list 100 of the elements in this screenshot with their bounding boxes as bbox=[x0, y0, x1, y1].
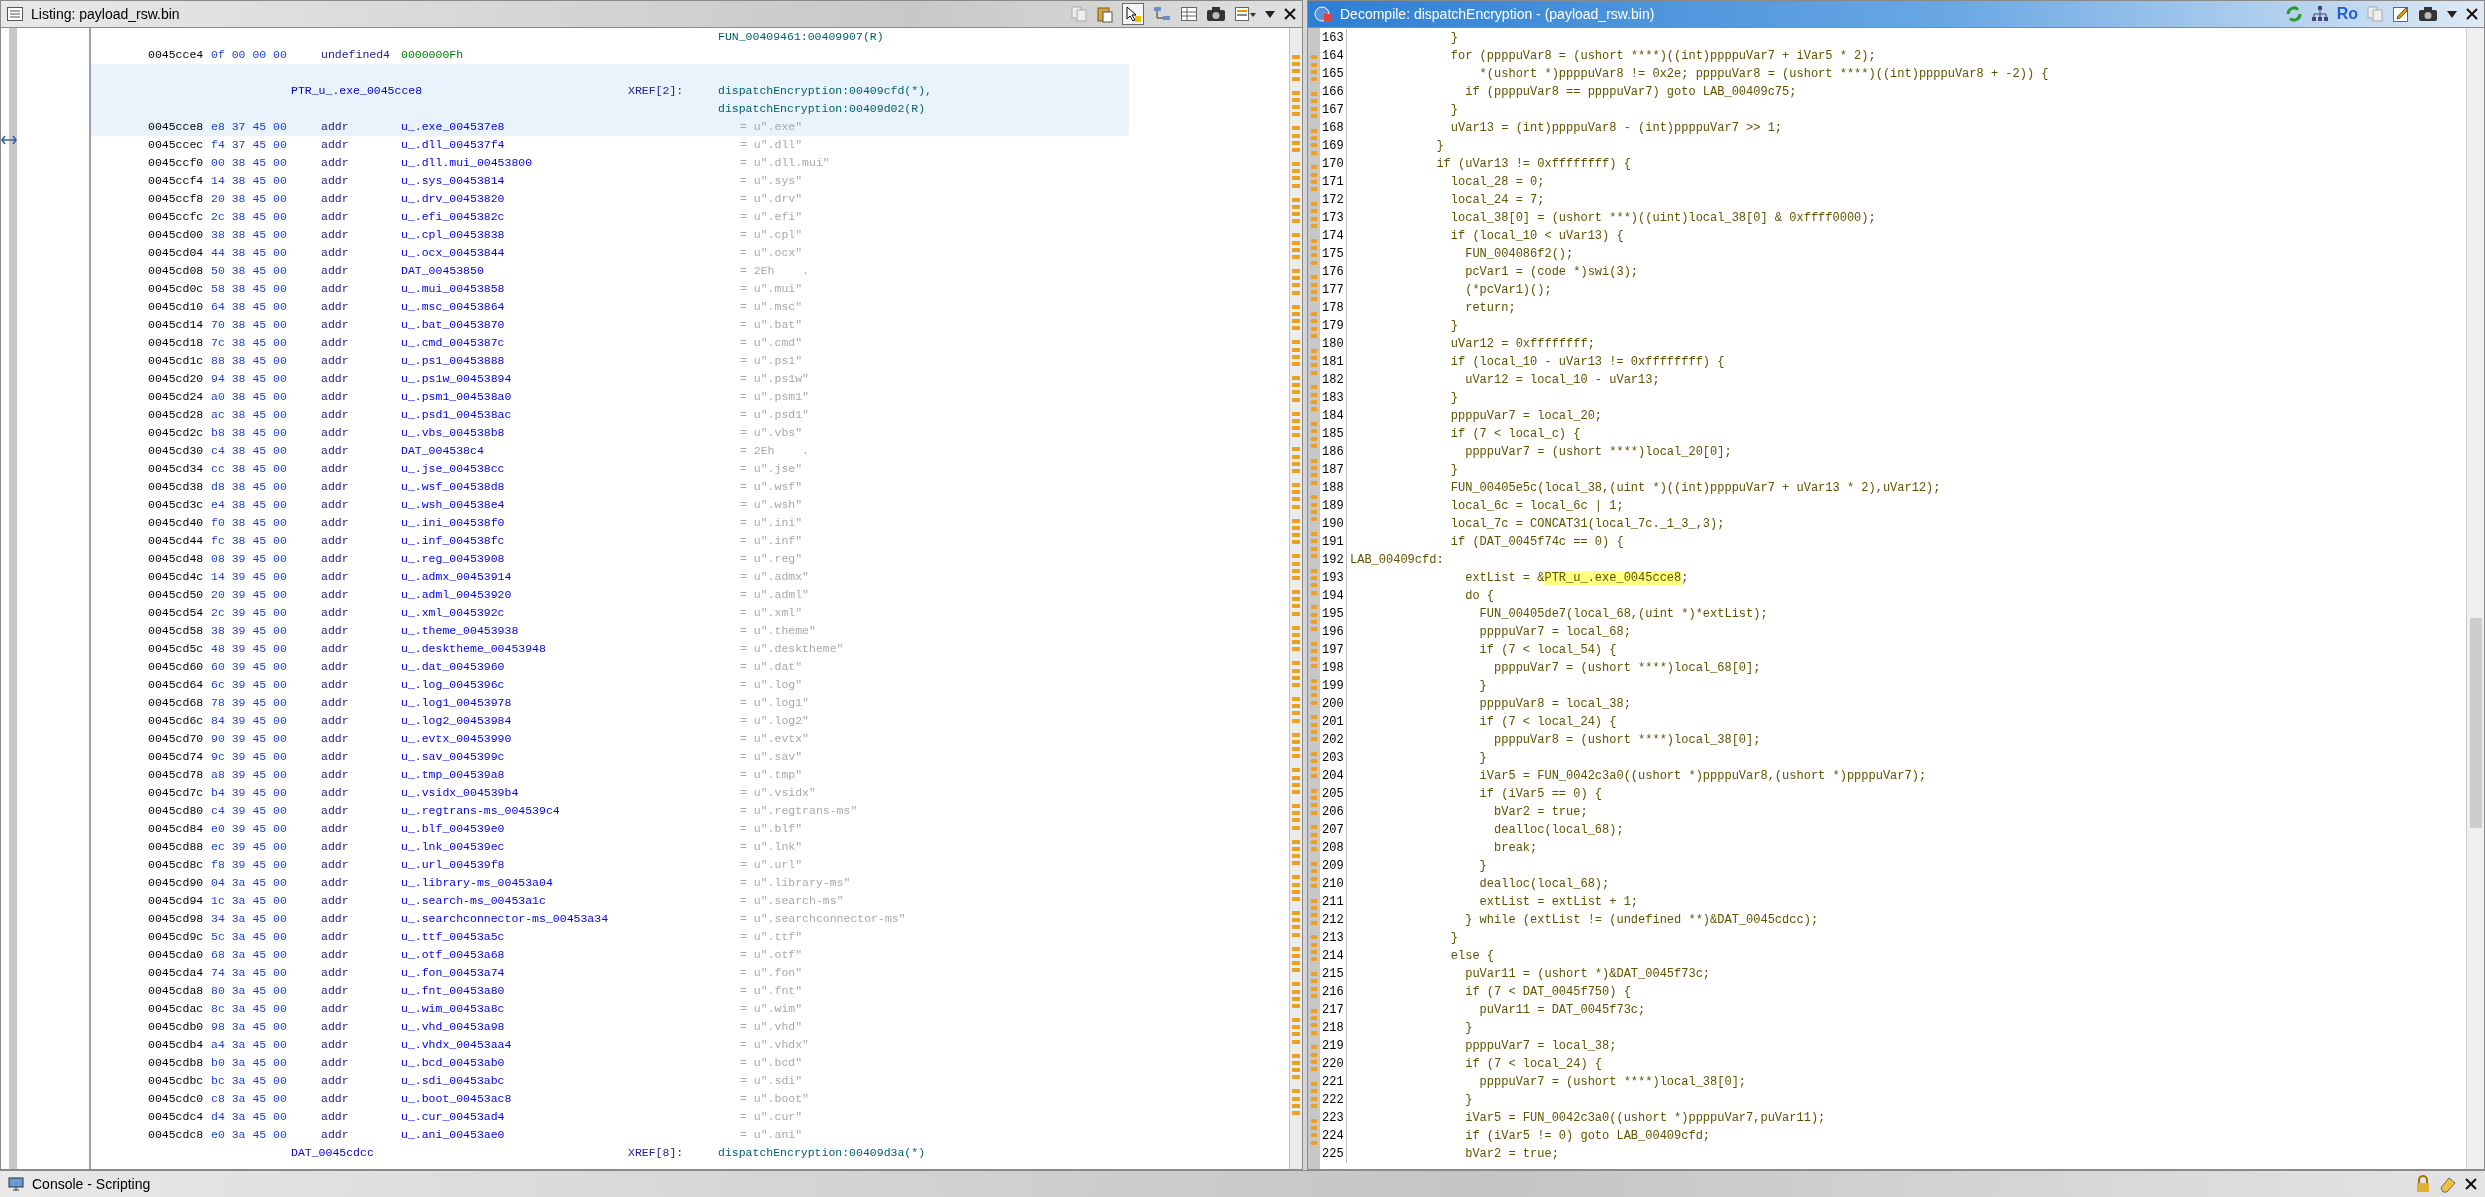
listing-row[interactable]: 0045cd6c 84 39 45 00 addr u_.log2_00453984 = u".log2" bbox=[91, 712, 1129, 730]
listing-row[interactable]: 0045cd24 a0 38 45 00 addr u_.psm1_004538a0 = u".psm1" bbox=[91, 388, 1129, 406]
value-text: = u".cur" bbox=[740, 1109, 804, 1125]
listing-row[interactable]: 0045cdc0 c8 3a 45 00 addr u_.boot_00453ac8 = u".boot" bbox=[91, 1090, 1129, 1108]
listing-row[interactable]: 0045cda0 68 3a 45 00 addr u_.otf_00453a68 = u".otf" bbox=[91, 946, 1129, 964]
scrollbar[interactable] bbox=[2467, 28, 2484, 1169]
listing-row[interactable]: 0045cd04 44 38 45 00 addr u_.ocx_00453844 = u".ocx" bbox=[91, 244, 1129, 262]
listing-row[interactable]: 0045cd78 a8 39 45 00 addr u_.tmp_004539a8 = u".tmp" bbox=[91, 766, 1129, 784]
listing-row[interactable]: 0045cd60 60 39 45 00 addr u_.dat_00453960 = u".dat" bbox=[91, 658, 1129, 676]
listing-row[interactable]: 0045cd7c b4 39 45 00 addr u_.vsidx_004539b4 = u".vsidx" bbox=[91, 784, 1129, 802]
listing-row[interactable]: 0045cd9c 5c 3a 45 00 addr u_.ttf_00453a5c = u".ttf" bbox=[91, 928, 1129, 946]
listing-row[interactable]: 0045cd64 6c 39 45 00 addr u_.log_0045396c = u".log" bbox=[91, 676, 1129, 694]
listing-row[interactable]: 0045cd1c 88 38 45 00 addr u_.ps1_00453888 = u".ps1" bbox=[91, 352, 1129, 370]
xref-link[interactable]: dispatchEncryption:00409d3a(*) bbox=[718, 1144, 1129, 1162]
mnemonic-text: addr bbox=[321, 1127, 350, 1143]
listing-row[interactable]: 0045cd44 fc 38 45 00 addr u_.inf_004538fc = u".inf" bbox=[91, 532, 1129, 550]
lock-icon[interactable] bbox=[2415, 1175, 2431, 1193]
xref-link[interactable]: dispatchEncryption:00409cfd(*), bbox=[718, 82, 1129, 100]
listing-row[interactable]: 0045cdb8 b0 3a 45 00 addr u_.bcd_00453ab0 = u".bcd" bbox=[91, 1054, 1129, 1072]
listing-row[interactable]: 0045cd30 c4 38 45 00 addr DAT_004538c4 = 2Eh . bbox=[91, 442, 1129, 460]
caret-icon[interactable] bbox=[2446, 8, 2458, 20]
listing-row[interactable]: 0045cd4c 14 39 45 00 addr u_.admx_00453914 = u".admx" bbox=[91, 568, 1129, 586]
listing-row[interactable]: 0045cd48 08 39 45 00 addr u_.reg_00453908 = u".reg" bbox=[91, 550, 1129, 568]
listing-row[interactable]: 0045cce4 0f 00 00 00 undefined4 0000000Fh bbox=[91, 46, 1129, 64]
operand-text: 0000000Fh bbox=[401, 47, 465, 63]
xref-link[interactable]: FUN_00409461:00409907(R) bbox=[718, 28, 1129, 46]
bytes-text: e0 3a 45 00 bbox=[211, 1127, 288, 1143]
listing-row[interactable]: 0045cd50 20 39 45 00 addr u_.adml_00453920 = u".adml" bbox=[91, 586, 1129, 604]
line-number: 208 bbox=[1321, 840, 1345, 857]
listing-row[interactable]: 0045cdc8 e0 3a 45 00 addr u_.ani_00453ae0 = u".ani" bbox=[91, 1126, 1129, 1144]
listing-row[interactable]: 0045ccfc 2c 38 45 00 addr u_.efi_0045382c = u".efi" bbox=[91, 208, 1129, 226]
camera-icon[interactable] bbox=[2418, 5, 2438, 23]
listing-row[interactable]: 0045cd3c e4 38 45 00 addr u_.wsh_004538e4 = u".wsh" bbox=[91, 496, 1129, 514]
address-text: 0045cce4 bbox=[148, 47, 205, 63]
value-text: = u".reg" bbox=[740, 551, 804, 567]
bytes-text: 00 38 45 00 bbox=[211, 155, 288, 171]
bytes-text: b4 39 45 00 bbox=[211, 785, 288, 801]
listing-row[interactable]: 0045cd2c b8 38 45 00 addr u_.vbs_004538b8 = u".vbs" bbox=[91, 424, 1129, 442]
edit-icon[interactable] bbox=[2392, 5, 2410, 23]
code-line: } bbox=[1346, 101, 1459, 119]
close-icon[interactable] bbox=[2465, 1178, 2477, 1190]
listing-row[interactable]: 0045cdc4 d4 3a 45 00 addr u_.cur_00453ad4 = u".cur" bbox=[91, 1108, 1129, 1126]
listing-row[interactable]: 0045cd8c f8 39 45 00 addr u_.url_004539f8 = u".url" bbox=[91, 856, 1129, 874]
operand-text: u_.reg_00453908 bbox=[401, 551, 506, 567]
listing-row[interactable]: 0045ccf8 20 38 45 00 addr u_.drv_00453820 = u".drv" bbox=[91, 190, 1129, 208]
listing-row[interactable]: 0045cd54 2c 39 45 00 addr u_.xml_0045392c = u".xml" bbox=[91, 604, 1129, 622]
listing-row[interactable]: 0045cd80 c4 39 45 00 addr u_.regtrans-ms_004539c4 = u".regtrans-ms" bbox=[91, 802, 1129, 820]
value-text: = u".ps1w" bbox=[740, 371, 810, 387]
listing-row[interactable]: 0045cdb0 98 3a 45 00 addr u_.vhd_00453a98 = u".vhd" bbox=[91, 1018, 1129, 1036]
listing-row[interactable]: 0045cd08 50 38 45 00 addr DAT_00453850 = 2Eh . bbox=[91, 262, 1129, 280]
listing-row[interactable]: 0045cd90 04 3a 45 00 addr u_.library-ms_00453a04 = u".library-ms" bbox=[91, 874, 1129, 892]
value-text: = u".vbs" bbox=[740, 425, 804, 441]
listing-row[interactable]: 0045cce8 e8 37 45 00 addr u_.exe_004537e8 = u".exe" bbox=[91, 118, 1129, 136]
listing-row[interactable]: 0045cd70 90 39 45 00 addr u_.evtx_00453990 = u".evtx" bbox=[91, 730, 1129, 748]
listing-row[interactable]: 0045cd88 ec 39 45 00 addr u_.lnk_004539ec = u".lnk" bbox=[91, 838, 1129, 856]
operand-text: u_.wsf_004538d8 bbox=[401, 479, 506, 495]
operand-text: u_.inf_004538fc bbox=[401, 533, 506, 549]
value-text: = u".adml" bbox=[740, 587, 810, 603]
code-line: ppppuVar7 = (ushort ****)local_68[0]; bbox=[1346, 659, 1761, 677]
address-text: 0045cd54 bbox=[148, 605, 205, 621]
listing-row[interactable]: 0045cdb4 a4 3a 45 00 addr u_.vhdx_00453aa4 = u".vhdx" bbox=[91, 1036, 1129, 1054]
listing-row[interactable]: 0045cd74 9c 39 45 00 addr u_.sav_0045399c = u".sav" bbox=[91, 748, 1129, 766]
listing-row[interactable]: 0045cd40 f0 38 45 00 addr u_.ini_004538f0 = u".ini" bbox=[91, 514, 1129, 532]
listing-row[interactable]: 0045cd58 38 39 45 00 addr u_.theme_00453938 = u".theme" bbox=[91, 622, 1129, 640]
listing-row[interactable]: 0045cdbc bc 3a 45 00 addr u_.sdi_00453abc = u".sdi" bbox=[91, 1072, 1129, 1090]
listing-row[interactable]: 0045cd14 70 38 45 00 addr u_.bat_00453870 = u".bat" bbox=[91, 316, 1129, 334]
eraser-icon[interactable] bbox=[2439, 1175, 2457, 1193]
value-text: = u".search-ms" bbox=[740, 893, 845, 909]
listing-row[interactable]: 0045cd84 e0 39 45 00 addr u_.blf_004539e0 = u".blf" bbox=[91, 820, 1129, 838]
value-text: = u".wsh" bbox=[740, 497, 804, 513]
xref-link[interactable]: dispatchEncryption:00409d02(R) bbox=[718, 100, 1129, 118]
read-only-toggle[interactable]: Ro bbox=[2336, 5, 2358, 23]
mnemonic-text: addr bbox=[321, 209, 350, 225]
listing-row[interactable]: 0045cd5c 48 39 45 00 addr u_.desktheme_00453948 = u".desktheme" bbox=[91, 640, 1129, 658]
listing-row[interactable]: 0045cd00 38 38 45 00 addr u_.cpl_00453838 = u".cpl" bbox=[91, 226, 1129, 244]
listing-row[interactable]: 0045cd34 cc 38 45 00 addr u_.jse_004538cc = u".jse" bbox=[91, 460, 1129, 478]
mnemonic-text: addr bbox=[321, 677, 350, 693]
listing-row[interactable]: 0045ccf0 00 38 45 00 addr u_.dll.mui_00453800 = u".dll.mui" bbox=[91, 154, 1129, 172]
listing-row[interactable]: 0045cda8 80 3a 45 00 addr u_.fnt_00453a80 = u".fnt" bbox=[91, 982, 1129, 1000]
listing-row[interactable]: 0045cd68 78 39 45 00 addr u_.log1_00453978 = u".log1" bbox=[91, 694, 1129, 712]
listing-row[interactable]: 0045cdac 8c 3a 45 00 addr u_.wim_00453a8c = u".wim" bbox=[91, 1000, 1129, 1018]
listing-row[interactable]: 0045cd18 7c 38 45 00 addr u_.cmd_0045387c = u".cmd" bbox=[91, 334, 1129, 352]
listing-row[interactable]: 0045cd94 1c 3a 45 00 addr u_.search-ms_00453a1c = u".search-ms" bbox=[91, 892, 1129, 910]
listing-row[interactable]: 0045cda4 74 3a 45 00 addr u_.fon_00453a74 = u".fon" bbox=[91, 964, 1129, 982]
listing-row[interactable]: DAT_0045cdcc XREF[8]: dispatchEncryption:00409d3a(*) bbox=[91, 1144, 1129, 1162]
mnemonic-text: addr bbox=[321, 749, 350, 765]
listing-row[interactable]: 0045cd38 d8 38 45 00 addr u_.wsf_004538d8 = u".wsf" bbox=[91, 478, 1129, 496]
listing-window-icon bbox=[7, 7, 23, 21]
listing-row[interactable]: 0045ccec f4 37 45 00 addr u_.dll_004537f4 = u".dll" bbox=[91, 136, 1129, 154]
listing-row[interactable]: 0045cd28 ac 38 45 00 addr u_.psd1_004538ac = u".psd1" bbox=[91, 406, 1129, 424]
tree-icon[interactable] bbox=[2310, 5, 2329, 23]
value-text: = u".ttf" bbox=[740, 929, 804, 945]
listing-row[interactable]: 0045cd20 94 38 45 00 addr u_.ps1w_00453894 = u".ps1w" bbox=[91, 370, 1129, 388]
listing-row[interactable]: 0045cd0c 58 38 45 00 addr u_.mui_00453858 = u".mui" bbox=[91, 280, 1129, 298]
close-icon[interactable] bbox=[2466, 8, 2478, 20]
listing-row[interactable]: 0045cd10 64 38 45 00 addr u_.msc_00453864 = u".msc" bbox=[91, 298, 1129, 316]
listing-row[interactable]: PTR_u_.exe_0045cce8 XREF[2]: dispatchEncryption:00409cfd(*), dispatchEncryption:00409d02(R) bbox=[91, 64, 1129, 118]
listing-row[interactable]: 0045cd98 34 3a 45 00 addr u_.searchconnector-ms_00453a34 = u".searchconnector-ms" bbox=[91, 910, 1129, 928]
bytes-text: c8 3a 45 00 bbox=[211, 1091, 288, 1107]
listing-row[interactable]: 0045ccf4 14 38 45 00 addr u_.sys_00453814 = u".sys" bbox=[91, 172, 1129, 190]
